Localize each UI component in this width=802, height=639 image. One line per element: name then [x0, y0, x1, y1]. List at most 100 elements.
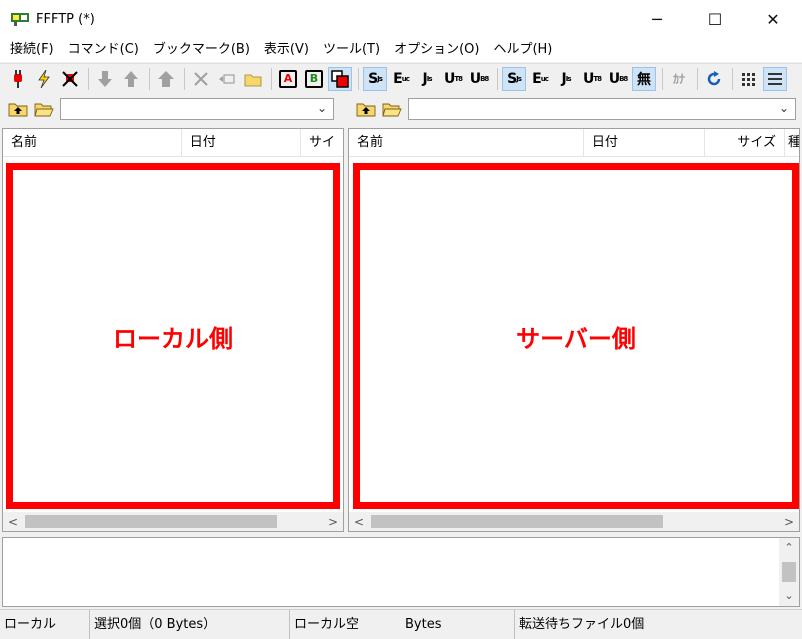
delete-x-icon[interactable]	[189, 67, 213, 91]
remote-col-name[interactable]: 名前	[349, 129, 584, 156]
remote-col-type[interactable]: 種	[785, 129, 799, 156]
close-button[interactable]: ✕	[744, 0, 802, 38]
kanji-utf8-label: U	[443, 70, 455, 87]
log-scroll-thumb[interactable]	[782, 562, 796, 582]
kanji-jis-button[interactable]: J Is	[415, 67, 439, 91]
remote-open-folder-icon[interactable]	[380, 98, 404, 120]
log-vertical-scrollbar[interactable]: ⌃ ⌄	[779, 538, 799, 606]
chevron-down-icon[interactable]: ⌄	[779, 101, 789, 115]
menu-bookmark[interactable]: ブックマーク(B)	[146, 38, 257, 62]
server-side-label: サーバー側	[516, 324, 636, 353]
remote-kanji-euc-button[interactable]: Euc	[528, 67, 552, 91]
remote-parent-folder-icon[interactable]	[354, 98, 378, 120]
rename-icon[interactable]	[215, 67, 239, 91]
local-highlight-box: ローカル側	[6, 163, 340, 509]
remote-horizontal-scrollbar[interactable]: < >	[349, 512, 799, 531]
details-view-icon[interactable]	[763, 66, 787, 91]
toolbar-separator	[184, 67, 185, 90]
kanji-sjis-button[interactable]: S Js	[363, 66, 387, 91]
local-file-list[interactable]: 名前 日付 サイ ローカル側 < >	[2, 128, 344, 532]
mirror-upload-icon[interactable]	[154, 67, 178, 91]
status-free-unit: Bytes	[405, 616, 442, 632]
remote-scroll-thumb[interactable]	[371, 515, 663, 528]
status-bar: ローカル 選択0個（0 Bytes） ローカル空 Bytes 転送待ちファイル0…	[0, 609, 802, 639]
chevron-down-icon[interactable]: ⌄	[317, 101, 327, 115]
remote-scroll-track[interactable]	[369, 513, 779, 530]
remote-path-bar: ⌄	[352, 95, 802, 123]
toolbar-separator	[88, 67, 89, 90]
local-col-name[interactable]: 名前	[3, 129, 182, 156]
connect-plug-icon[interactable]	[6, 67, 30, 91]
upload-arrow-icon[interactable]	[119, 67, 143, 91]
scroll-up-icon[interactable]: ⌃	[784, 538, 793, 558]
scroll-left-icon[interactable]: <	[349, 515, 369, 529]
scroll-right-icon[interactable]: >	[323, 515, 343, 529]
download-arrow-icon[interactable]	[93, 67, 117, 91]
remote-kanji-utf8bom-button[interactable]: U B8	[606, 67, 630, 91]
ascii-mode-icon: A	[279, 69, 297, 88]
remote-kanji-utf8bom-label: U	[608, 70, 620, 87]
kanji-utf8-button[interactable]: U T8	[441, 67, 465, 91]
status-transfer-queue: 転送待ちファイル0個	[519, 616, 645, 632]
local-path-input[interactable]: ⌄	[60, 98, 334, 120]
scroll-right-icon[interactable]: >	[779, 515, 799, 529]
remote-col-size[interactable]: サイズ	[705, 129, 785, 156]
local-column-header: 名前 日付 サイ	[3, 129, 343, 157]
new-folder-icon[interactable]	[241, 67, 265, 91]
kana-conversion-button[interactable]: ｶﾅ	[667, 67, 691, 91]
menu-connect[interactable]: 接続(F)	[3, 38, 61, 62]
menu-options[interactable]: オプション(O)	[387, 38, 486, 62]
remote-kanji-sjis-label: S	[507, 70, 517, 87]
auto-mode-icon	[331, 69, 349, 88]
local-side-label: ローカル側	[113, 324, 233, 353]
kanji-euc-button[interactable]: Euc	[389, 67, 413, 91]
disconnect-icon[interactable]	[58, 67, 82, 91]
toolbar-separator	[149, 67, 150, 90]
title-bar: FFFTP (*) ─ ☐ ✕	[0, 0, 802, 38]
kanji-utf8bom-button[interactable]: U B8	[467, 67, 491, 91]
toolbar-separator	[662, 67, 663, 90]
menu-view[interactable]: 表示(V)	[257, 38, 316, 62]
scroll-left-icon[interactable]: <	[3, 515, 23, 529]
menu-command[interactable]: コマンド(C)	[61, 38, 146, 62]
local-parent-folder-icon[interactable]	[6, 98, 30, 120]
menu-help[interactable]: ヘルプ(H)	[486, 38, 559, 62]
remote-column-header: 名前 日付 サイズ 種	[349, 129, 799, 157]
local-scroll-thumb[interactable]	[25, 515, 277, 528]
status-free-label: ローカル空	[294, 616, 360, 632]
remote-kanji-utf8-button[interactable]: U T8	[580, 67, 604, 91]
no-conversion-label: 無	[637, 71, 651, 88]
kana-conversion-label: ｶﾅ	[672, 72, 685, 86]
remote-highlight-box: サーバー側	[353, 163, 799, 509]
remote-kanji-sjis-button[interactable]: S Js	[502, 66, 526, 91]
menu-bar: 接続(F) コマンド(C) ブックマーク(B) 表示(V) ツール(T) オプシ…	[0, 38, 802, 62]
maximize-button[interactable]: ☐	[686, 0, 744, 38]
minimize-button[interactable]: ─	[628, 0, 686, 38]
window-title: FFFTP (*)	[36, 11, 95, 27]
binary-mode-icon: B	[305, 69, 323, 88]
toolbar-separator	[271, 67, 272, 90]
ascii-mode-button[interactable]: A	[276, 67, 300, 91]
local-col-size[interactable]: サイ	[301, 129, 343, 156]
list-view-icon[interactable]	[737, 67, 761, 91]
scroll-down-icon[interactable]: ⌄	[784, 586, 793, 606]
refresh-icon[interactable]	[702, 67, 726, 91]
no-conversion-button[interactable]: 無	[632, 66, 656, 91]
toolbar: A B S Js Euc J Is U T8 U B8 S Js Euc J Is U T8 …	[0, 63, 802, 93]
local-open-folder-icon[interactable]	[32, 98, 56, 120]
quick-connect-lightning-icon[interactable]	[32, 67, 56, 91]
status-free-space: ローカル空 Bytes	[290, 609, 515, 639]
log-window[interactable]: ⌃ ⌄	[2, 537, 800, 607]
local-horizontal-scrollbar[interactable]: < >	[3, 512, 343, 531]
auto-mode-button[interactable]	[328, 66, 352, 91]
remote-file-list[interactable]: 名前 日付 サイズ 種 サーバー側 < >	[348, 128, 800, 532]
remote-col-date[interactable]: 日付	[584, 129, 706, 156]
binary-mode-button[interactable]: B	[302, 67, 326, 91]
remote-path-input[interactable]: ⌄	[408, 98, 796, 120]
local-col-date[interactable]: 日付	[182, 129, 301, 156]
remote-kanji-jis-button[interactable]: J Is	[554, 67, 578, 91]
status-location: ローカル	[0, 609, 90, 639]
log-scroll-track[interactable]	[779, 558, 799, 586]
menu-tools[interactable]: ツール(T)	[316, 38, 387, 62]
local-scroll-track[interactable]	[23, 513, 323, 530]
